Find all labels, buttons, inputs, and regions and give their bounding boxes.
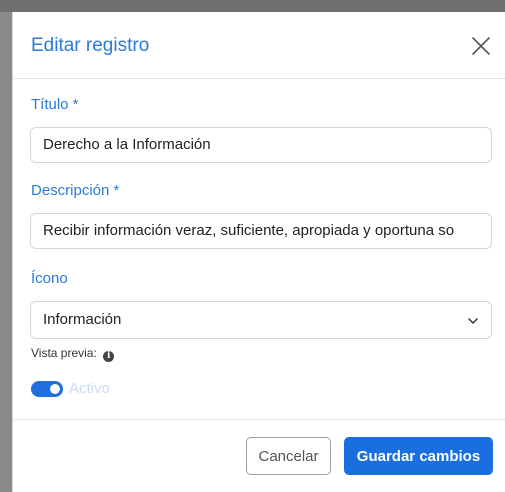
save-changes-button[interactable]: Guardar cambios (344, 437, 493, 475)
dialog-footer: Cancelar Guardar cambios (13, 419, 505, 492)
icon-select[interactable]: Información (30, 301, 492, 339)
description-input[interactable]: Recibir información veraz, suficiente, a… (30, 213, 492, 249)
description-label: Descripción * (31, 182, 120, 199)
icon-select-value: Información (43, 311, 122, 328)
dialog-header: Editar registro (13, 12, 505, 79)
active-toggle[interactable] (31, 381, 63, 397)
edit-record-dialog: Editar registro Título * Derecho a la In… (12, 12, 505, 492)
icon-preview: Vista previa: i (31, 345, 115, 362)
dialog-title: Editar registro (31, 35, 150, 56)
title-label: Título * (31, 96, 79, 113)
toggle-knob (50, 384, 60, 394)
close-icon (472, 37, 490, 55)
preview-label: Vista previa: (31, 346, 97, 360)
info-circle-icon: i (103, 351, 115, 362)
icon-label: Ícono (31, 270, 68, 287)
backdrop (0, 0, 505, 12)
close-button[interactable] (467, 32, 495, 60)
chevron-down-icon (468, 318, 478, 324)
title-input[interactable]: Derecho a la Información (30, 127, 492, 163)
cancel-button[interactable]: Cancelar (246, 437, 331, 475)
active-toggle-label: Activo (69, 380, 110, 397)
